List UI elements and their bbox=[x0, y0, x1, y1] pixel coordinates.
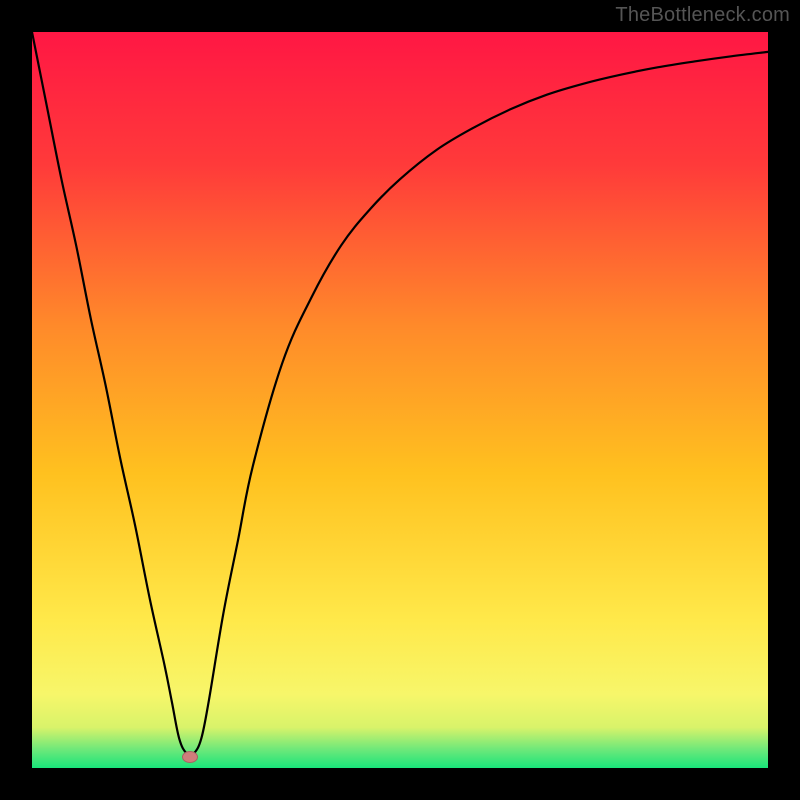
watermark-text: TheBottleneck.com bbox=[615, 4, 790, 27]
curve-layer bbox=[32, 32, 768, 768]
minimum-marker bbox=[182, 751, 198, 763]
plot-area bbox=[32, 32, 768, 768]
chart-frame: TheBottleneck.com bbox=[0, 0, 800, 800]
bottleneck-curve bbox=[32, 32, 768, 755]
